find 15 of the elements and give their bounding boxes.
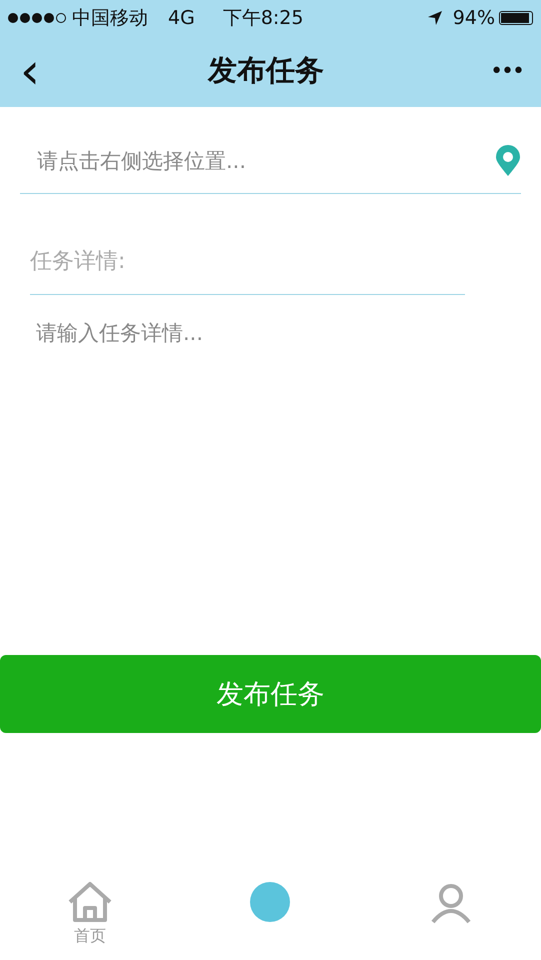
page-title: 发布任务 <box>208 52 324 89</box>
detail-field[interactable]: 请输入任务详情... <box>36 319 511 619</box>
network-type: 4G <box>168 7 195 29</box>
detail-label: 任务详情: <box>30 248 126 276</box>
circle-icon <box>248 880 292 924</box>
signal-icon <box>8 13 66 23</box>
battery-percent: 94% <box>452 7 495 29</box>
location-pin-icon[interactable] <box>495 145 521 177</box>
battery-icon <box>499 11 533 25</box>
back-button[interactable]: ‹ <box>14 46 46 96</box>
more-button[interactable]: ••• <box>486 58 527 84</box>
carrier-name: 中国移动 <box>72 6 148 31</box>
location-field[interactable]: 请点击右侧选择位置... <box>20 140 495 182</box>
clock-time: 下午8:25 <box>222 6 304 31</box>
location-arrow-icon <box>426 10 443 26</box>
